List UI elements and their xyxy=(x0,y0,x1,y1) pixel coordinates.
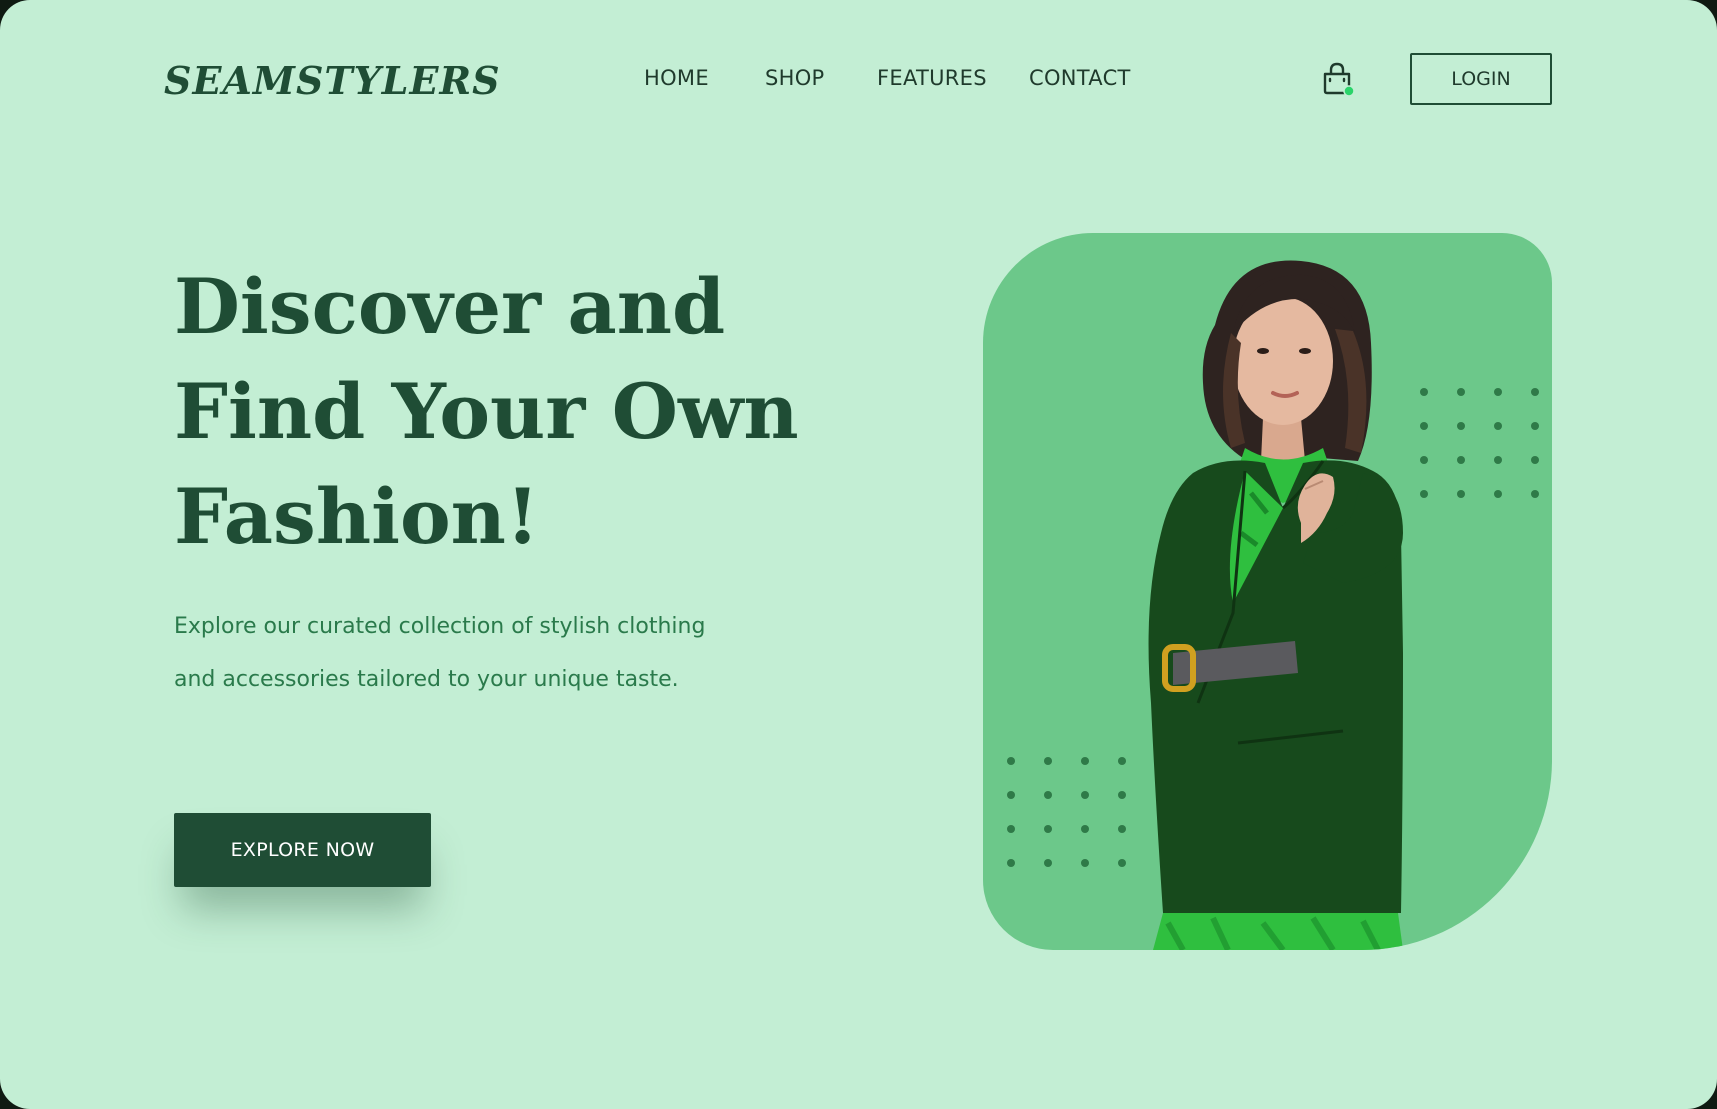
model-photo xyxy=(1148,260,1403,950)
hero-image-card xyxy=(983,233,1552,950)
cart-button[interactable] xyxy=(1318,60,1358,100)
login-button[interactable]: LOGIN xyxy=(1410,53,1552,105)
explore-now-button[interactable]: EXPLORE NOW xyxy=(174,813,431,887)
headline-line-1: Discover and xyxy=(174,262,726,351)
hero-description: Explore our curated collection of stylis… xyxy=(174,614,706,692)
nav-home[interactable]: HOME xyxy=(644,66,709,90)
nav-shop[interactable]: SHOP xyxy=(765,66,825,90)
shopping-bag-icon xyxy=(1323,62,1355,97)
hero-headline: Discover and Find Your Own Fashion! xyxy=(174,254,814,569)
headline-line-3: Fashion! xyxy=(174,472,540,561)
nav-features[interactable]: FEATURES xyxy=(877,66,987,90)
headline-line-2: Find Your Own xyxy=(174,367,799,456)
landing-page: SEAMSTYLERS HOME SHOP FEATURES CONTACT L… xyxy=(0,0,1717,1109)
nav-contact[interactable]: CONTACT xyxy=(1029,66,1131,90)
cart-badge-dot xyxy=(1343,85,1355,97)
